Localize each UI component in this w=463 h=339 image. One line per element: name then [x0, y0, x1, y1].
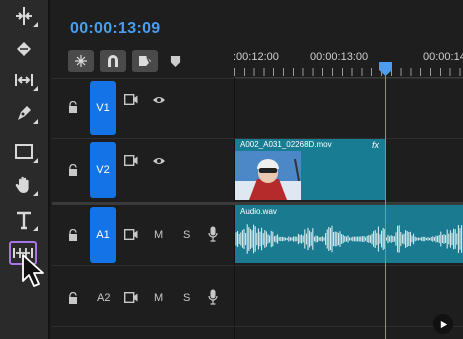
slip-tool[interactable]	[7, 67, 41, 93]
type-tool[interactable]	[7, 207, 41, 233]
track-v1: V1	[52, 78, 463, 138]
magnet-icon	[108, 55, 118, 67]
pen-icon	[18, 106, 31, 120]
skier-thumbnail-image	[235, 151, 301, 200]
ripple-edit-icon	[16, 7, 32, 25]
track-target-v2[interactable]: V2	[90, 142, 116, 198]
solo-button[interactable]: S	[183, 292, 190, 304]
marker-icon	[170, 55, 180, 67]
sync-lock-icon[interactable]	[124, 292, 138, 303]
play-button[interactable]	[433, 314, 453, 334]
clip-thumbnail	[235, 151, 301, 200]
track-target-a1[interactable]: A1	[90, 207, 116, 263]
hand-icon	[15, 176, 29, 193]
solo-button[interactable]: S	[183, 229, 190, 241]
audio-waveform	[235, 224, 463, 254]
play-icon	[440, 320, 447, 328]
ruler-label: :00:12:00	[233, 51, 279, 63]
nest-icon	[75, 55, 87, 67]
clip-name: Audio.wav	[240, 207, 277, 216]
microphone-icon[interactable]	[208, 289, 218, 305]
sync-lock-icon[interactable]	[124, 155, 138, 166]
lock-icon[interactable]	[68, 292, 78, 304]
slip-icon	[15, 74, 33, 86]
sync-lock-icon[interactable]	[124, 94, 138, 105]
hand-tool[interactable]	[7, 172, 41, 198]
pen-tool[interactable]	[7, 100, 41, 126]
linked-selection-icon	[139, 56, 152, 67]
track-label-a2[interactable]: A2	[97, 292, 110, 304]
lock-icon[interactable]	[68, 229, 78, 241]
ripple-edit-tool[interactable]	[7, 3, 41, 29]
microphone-icon[interactable]	[208, 226, 218, 242]
timeline-toolbar	[68, 50, 186, 72]
lock-icon[interactable]	[68, 101, 78, 113]
mute-button[interactable]: M	[154, 292, 163, 304]
playhead-handle-icon[interactable]	[379, 62, 392, 76]
fx-badge[interactable]: fx	[372, 139, 379, 151]
playhead-line	[385, 62, 386, 339]
clip-name: A002_A031_02268D.mov	[235, 139, 385, 151]
eye-icon[interactable]	[152, 156, 166, 166]
razor-icon	[17, 42, 31, 56]
ruler-ticks	[234, 68, 463, 76]
video-clip[interactable]: A002_A031_02268D.mov fx	[235, 139, 385, 200]
razor-tool[interactable]	[7, 35, 41, 61]
eye-icon[interactable]	[152, 95, 166, 105]
time-ruler[interactable]: :00:12:00 00:00:13:00 00:00:14	[233, 40, 463, 78]
nest-toggle-button[interactable]	[68, 50, 94, 72]
add-marker-button[interactable]	[164, 50, 186, 72]
tools-panel	[0, 0, 50, 339]
snap-button[interactable]	[100, 50, 126, 72]
mouse-pointer-icon	[22, 254, 44, 287]
audio-clip[interactable]: Audio.wav	[235, 205, 463, 263]
ruler-label: 00:00:13:00	[310, 51, 369, 63]
playhead-timecode[interactable]: 00:00:13:09	[70, 20, 160, 38]
rectangle-icon	[15, 144, 33, 159]
type-icon	[17, 211, 31, 230]
track-a2: A2 M S	[52, 266, 463, 326]
ruler-label: 00:00:14	[423, 51, 463, 63]
track-target-v1[interactable]: V1	[90, 81, 116, 135]
timeline-panel: 00:00:13:09 :00:12:00 00:00:13:00 00:00:…	[52, 0, 463, 339]
lock-icon[interactable]	[68, 164, 78, 176]
linked-selection-button[interactable]	[132, 50, 158, 72]
rectangle-tool[interactable]	[7, 139, 41, 165]
sync-lock-icon[interactable]	[124, 229, 138, 240]
mute-button[interactable]: M	[154, 229, 163, 241]
